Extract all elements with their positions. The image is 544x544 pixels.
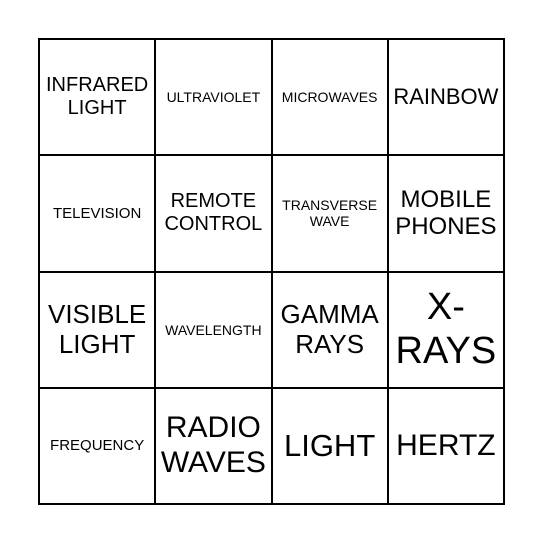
bingo-cell[interactable]: MICROWAVES <box>271 39 388 156</box>
bingo-cell[interactable]: RADIO WAVES <box>155 387 272 504</box>
bingo-cell[interactable]: X-RAYS <box>387 271 504 388</box>
bingo-cell[interactable]: RAINBOW <box>387 39 504 156</box>
bingo-cell[interactable]: REMOTE CONTROL <box>155 155 272 272</box>
bingo-cell[interactable]: FREQUENCY <box>39 387 156 504</box>
bingo-cell[interactable]: INFRARED LIGHT <box>39 39 156 156</box>
bingo-cell[interactable]: LIGHT <box>271 387 388 504</box>
bingo-cell[interactable]: MOBILE PHONES <box>387 155 504 272</box>
bingo-card: INFRARED LIGHT ULTRAVIOLET MICROWAVES RA… <box>38 38 505 505</box>
bingo-cell[interactable]: GAMMA RAYS <box>271 271 388 388</box>
bingo-cell[interactable]: HERTZ <box>387 387 504 504</box>
bingo-cell[interactable]: TRANSVERSE WAVE <box>271 155 388 272</box>
bingo-cell[interactable]: WAVELENGTH <box>155 271 272 388</box>
bingo-cell[interactable]: ULTRAVIOLET <box>155 39 272 156</box>
bingo-cell[interactable]: TELEVISION <box>39 155 156 272</box>
bingo-cell[interactable]: VISIBLE LIGHT <box>39 271 156 388</box>
